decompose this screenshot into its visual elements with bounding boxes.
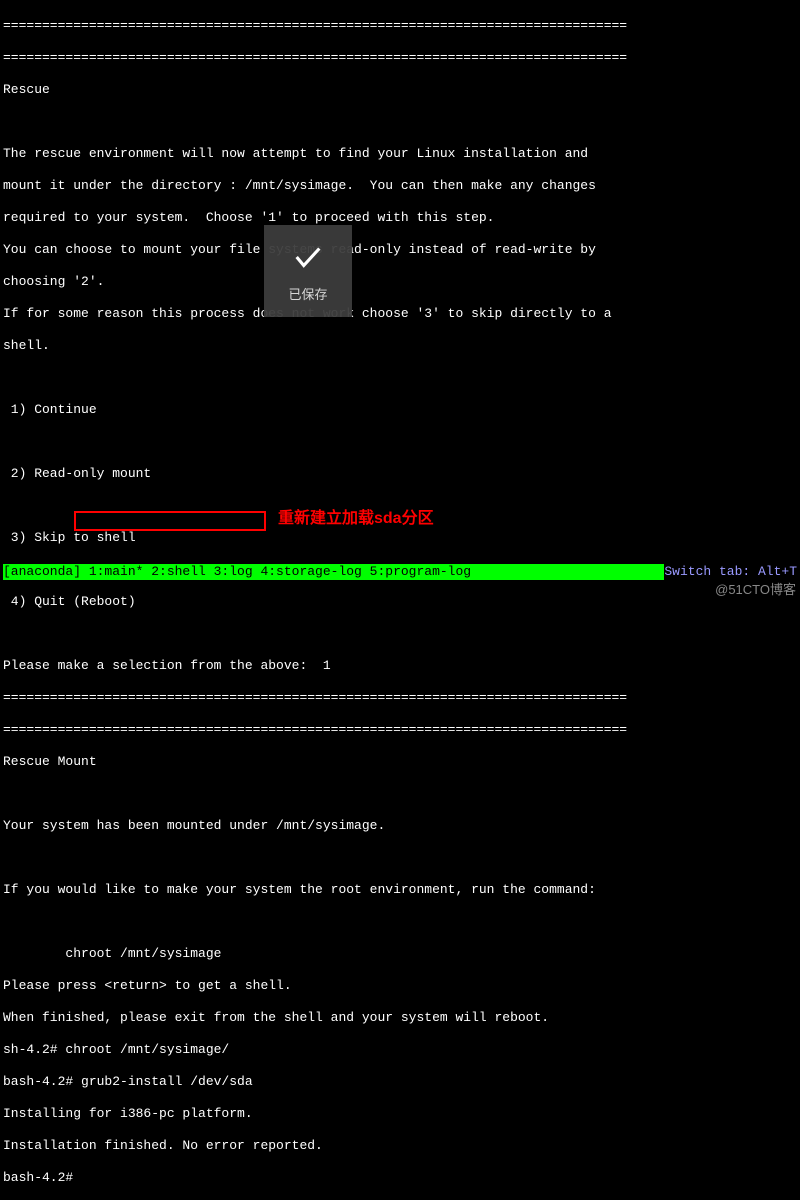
divider: ========================================…	[3, 722, 797, 738]
annotation-label: 重新建立加载sda分区	[278, 511, 434, 527]
menu-option-1: 1) Continue	[3, 402, 797, 418]
blank-line	[3, 914, 797, 930]
status-right: Switch tab: Alt+T	[664, 564, 797, 580]
blank-line	[3, 626, 797, 642]
blank-line	[3, 850, 797, 866]
rescue-title: Rescue	[3, 82, 797, 98]
shell-line: bash-4.2# grub2-install /dev/sda	[3, 1074, 797, 1090]
divider: ========================================…	[3, 50, 797, 66]
rescue-text: required to your system. Choose '1' to p…	[3, 210, 797, 226]
blank-line	[3, 370, 797, 386]
rescue-text: mount it under the directory : /mnt/sysi…	[3, 178, 797, 194]
mount-text: If you would like to make your system th…	[3, 882, 797, 898]
menu-option-2: 2) Read-only mount	[3, 466, 797, 482]
mount-text: Your system has been mounted under /mnt/…	[3, 818, 797, 834]
menu-option-3: 3) Skip to shell	[3, 530, 797, 546]
shell-line: sh-4.2# chroot /mnt/sysimage/	[3, 1042, 797, 1058]
status-left: [anaconda] 1:main* 2:shell 3:log 4:stora…	[3, 564, 664, 580]
rescue-text: choosing '2'.	[3, 274, 797, 290]
mount-text: When finished, please exit from the shel…	[3, 1010, 797, 1026]
shell-line: Installing for i386-pc platform.	[3, 1106, 797, 1122]
shell-prompt[interactable]: bash-4.2#	[3, 1170, 797, 1186]
rescue-text: The rescue environment will now attempt …	[3, 146, 797, 162]
divider: ========================================…	[3, 18, 797, 34]
saved-toast: 已保存	[264, 225, 352, 317]
check-icon	[291, 240, 325, 279]
annotation-highlight-box	[74, 511, 266, 531]
rescue-text: shell.	[3, 338, 797, 354]
mount-text: Please press <return> to get a shell.	[3, 978, 797, 994]
mount-title: Rescue Mount	[3, 754, 797, 770]
shell-line: Installation finished. No error reported…	[3, 1138, 797, 1154]
selection-prompt: Please make a selection from the above: …	[3, 658, 797, 674]
terminal-output: ========================================…	[0, 0, 800, 1200]
toast-label: 已保存	[288, 287, 327, 303]
divider: ========================================…	[3, 690, 797, 706]
blank-line	[3, 786, 797, 802]
blank-line	[3, 434, 797, 450]
menu-option-4: 4) Quit (Reboot)	[3, 594, 797, 610]
rescue-text: If for some reason this process does not…	[3, 306, 797, 322]
mount-text: chroot /mnt/sysimage	[3, 946, 797, 962]
rescue-text: You can choose to mount your file system…	[3, 242, 797, 258]
blank-line	[3, 114, 797, 130]
watermark: @51CTO博客	[715, 582, 796, 598]
tmux-status-bar: [anaconda] 1:main* 2:shell 3:log 4:stora…	[0, 564, 800, 580]
